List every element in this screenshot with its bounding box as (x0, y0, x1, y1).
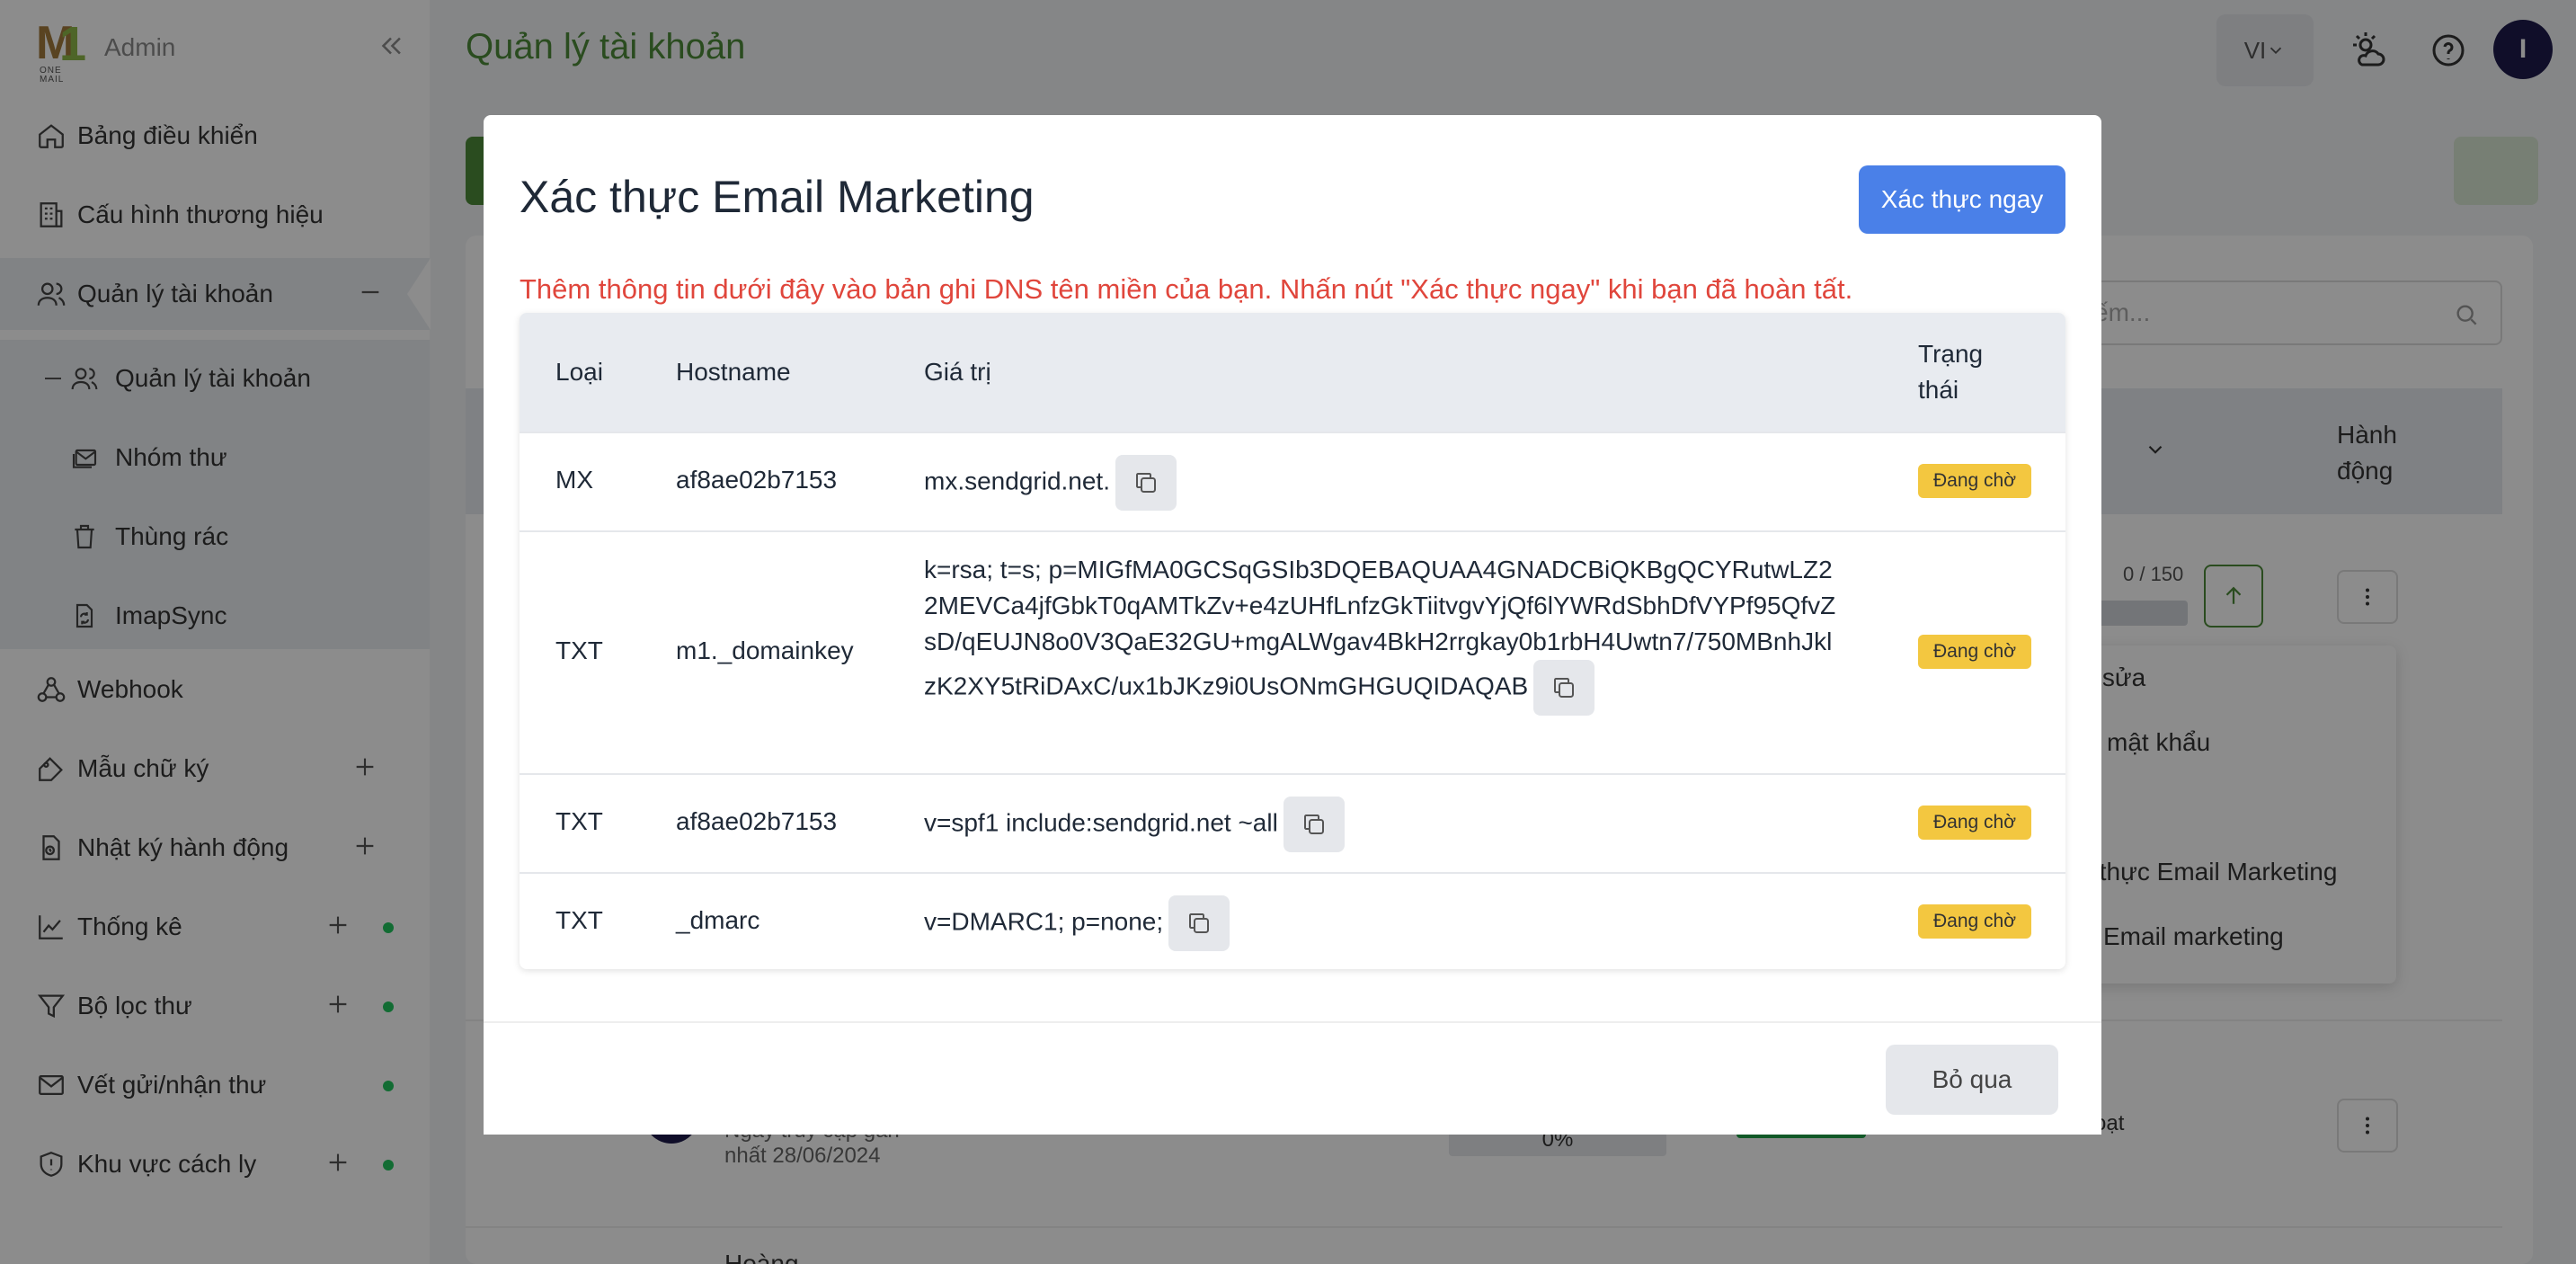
status-badge: Đang chờ (1918, 464, 2031, 498)
dns-row: MX af8ae02b7153 mx.sendgrid.net. Đang ch… (520, 432, 2065, 530)
copy-icon (1554, 678, 1575, 698)
dns-value-cell: k=rsa; t=s; p=MIGfMA0GCSqGSIb3DQEBAQUAA4… (924, 552, 1841, 716)
dns-value: mx.sendgrid.net. (924, 467, 1110, 495)
column-header-value: Giá trị (924, 358, 991, 386)
dns-type: TXT (555, 807, 603, 835)
status-badge: Đang chờ (1918, 904, 2031, 939)
dns-value-cell: v=spf1 include:sendgrid.net ~all (924, 797, 1877, 852)
dns-value: v=spf1 include:sendgrid.net ~all (924, 808, 1278, 837)
verify-now-button[interactable]: Xác thực ngay (1859, 165, 2065, 234)
dns-hostname: af8ae02b7153 (676, 466, 838, 494)
modal-title: Xác thực Email Marketing (520, 172, 1035, 222)
dns-value-cell: mx.sendgrid.net. (924, 455, 1877, 511)
dns-value: k=rsa; t=s; p=MIGfMA0GCSqGSIb3DQEBAQUAA4… (924, 556, 1836, 700)
dns-hostname: _dmarc (676, 906, 760, 934)
copy-button[interactable] (1533, 660, 1595, 716)
status-badge: Đang chờ (1918, 635, 2031, 669)
column-header-status: Trạng thái (1918, 340, 1984, 404)
dns-value-cell: v=DMARC1; p=none; (924, 895, 1877, 951)
modal-footer-divider (484, 1021, 2101, 1023)
copy-button[interactable] (1283, 797, 1345, 852)
status-badge: Đang chờ (1918, 806, 2031, 840)
copy-button[interactable] (1168, 895, 1230, 951)
copy-icon (1189, 913, 1210, 933)
dns-hostname: af8ae02b7153 (676, 807, 838, 835)
dns-row: TXT af8ae02b7153 v=spf1 include:sendgrid… (520, 773, 2065, 872)
copy-icon (1303, 814, 1324, 834)
dns-type: TXT (555, 906, 603, 934)
column-header-hostname: Hostname (676, 358, 791, 386)
skip-button[interactable]: Bỏ qua (1886, 1045, 2058, 1115)
copy-button[interactable] (1115, 455, 1177, 511)
dns-type: MX (555, 466, 593, 494)
dns-instruction: Thêm thông tin dưới đây vào bản ghi DNS … (520, 273, 1853, 305)
dns-row: TXT m1._domainkey k=rsa; t=s; p=MIGfMA0G… (520, 530, 2065, 773)
column-header-type: Loại (555, 358, 603, 386)
dns-value: v=DMARC1; p=none; (924, 907, 1164, 936)
verify-email-marketing-modal: Xác thực Email Marketing Xác thực ngay T… (484, 115, 2101, 1135)
dns-type: TXT (555, 636, 603, 664)
dns-table-header: Loại Hostname Giá trị Trạng thái (520, 313, 2065, 432)
dns-records-table: Loại Hostname Giá trị Trạng thái MX af8a… (520, 313, 2065, 969)
dns-row: TXT _dmarc v=DMARC1; p=none; Đang chờ (520, 872, 2065, 969)
dns-hostname: m1._domainkey (676, 636, 854, 664)
copy-icon (1136, 473, 1156, 493)
